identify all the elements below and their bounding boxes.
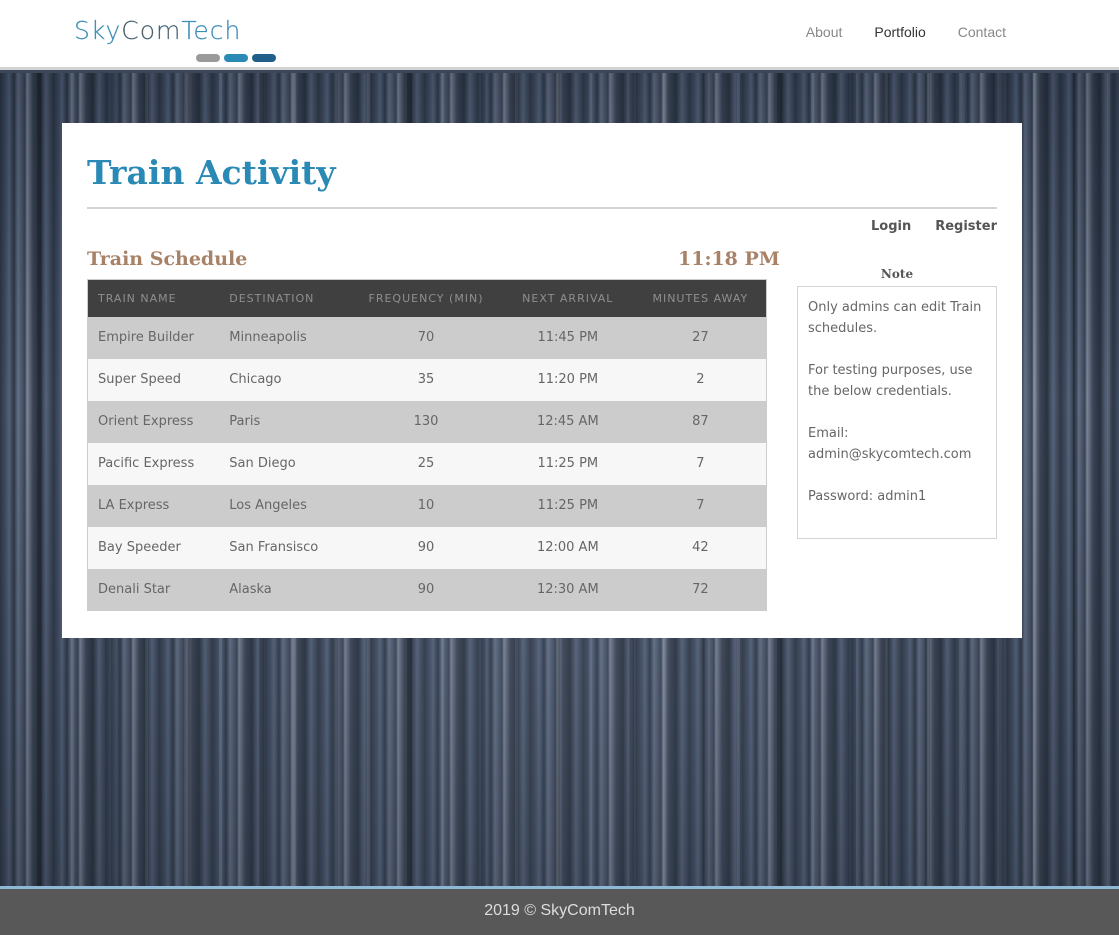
cell-train-name: Super Speed: [98, 372, 181, 387]
register-link[interactable]: Register: [935, 219, 997, 234]
table-row: LA Express Los Angeles 10 11:25 PM 7: [87, 484, 767, 527]
page-title: Train Activity: [87, 153, 336, 192]
cell-destination: San Fransisco: [229, 540, 319, 555]
cell-frequency: 90: [417, 540, 435, 555]
cell-train-name: Pacific Express: [98, 456, 195, 471]
cell-destination: Chicago: [229, 372, 282, 387]
table-row: Orient Express Paris 130 12:45 AM 87: [87, 400, 767, 443]
note-line: Email: admin@skycomtech.com: [808, 426, 972, 462]
cell-minutes-away: 42: [692, 540, 709, 555]
cell-destination: San Diego: [229, 456, 296, 471]
cell-minutes-away: 72: [692, 581, 709, 597]
cell-train-name: LA Express: [98, 498, 170, 513]
header-frequency: Frequency (min): [368, 291, 484, 305]
nav-portfolio[interactable]: Portfolio: [874, 24, 925, 40]
logo-text: SkyComTech: [74, 16, 242, 45]
cell-minutes-away: 7: [696, 498, 705, 513]
table-header-row: Train Name Destination Frequency (min) N…: [87, 279, 767, 317]
skycomtech-logo[interactable]: SkyComTech: [74, 16, 279, 66]
cell-next-arrival: 11:25 PM: [537, 498, 599, 513]
cell-next-arrival: 11:20 PM: [537, 372, 599, 387]
cell-minutes-away: 87: [692, 414, 709, 429]
login-link[interactable]: Login: [871, 219, 911, 234]
header-minutes-away: Minutes Away: [652, 291, 749, 305]
nav-about[interactable]: About: [806, 24, 843, 40]
cell-frequency: 90: [417, 581, 435, 597]
schedule-title: Train Schedule: [87, 248, 248, 270]
logo-pill: [224, 54, 248, 62]
train-schedule-table: Train Name Destination Frequency (min) N…: [87, 279, 767, 611]
cell-next-arrival: 11:25 PM: [537, 456, 599, 471]
note-line: Only admins can edit Train schedules.: [808, 300, 982, 336]
cell-frequency: 25: [417, 456, 435, 471]
header-next-arrival: Next Arrival: [522, 291, 614, 305]
note-line: For testing purposes, use the below cred…: [808, 363, 973, 399]
cell-destination: Los Angeles: [229, 498, 307, 513]
cell-train-name: Bay Speeder: [98, 540, 181, 555]
cell-next-arrival: 12:45 AM: [536, 414, 599, 429]
cell-train-name: Orient Express: [98, 414, 194, 429]
footer-copyright: 2019 © SkyComTech: [484, 902, 635, 919]
auth-links: Login Register: [871, 219, 997, 234]
cell-frequency: 35: [417, 372, 435, 387]
main-nav: About Portfolio Contact: [806, 24, 1006, 40]
table-row: Empire Builder Minneapolis 70 11:45 PM 27: [87, 316, 767, 359]
cell-destination: Minneapolis: [229, 330, 307, 345]
cell-destination: Alaska: [229, 581, 272, 597]
table-row: Super Speed Chicago 35 11:20 PM 2: [87, 358, 767, 401]
cell-minutes-away: 27: [692, 330, 709, 345]
cell-next-arrival: 12:30 AM: [536, 581, 599, 597]
main-card: Train Activity Login Register Train Sche…: [62, 123, 1022, 638]
table-row: Denali Star Alaska 90 12:30 AM 72: [87, 568, 767, 611]
nav-contact[interactable]: Contact: [958, 24, 1006, 40]
cell-frequency: 70: [417, 330, 435, 345]
cell-train-name: Empire Builder: [98, 330, 194, 345]
logo-pills: [196, 54, 276, 62]
header-destination: Destination: [229, 291, 315, 305]
cell-minutes-away: 2: [696, 372, 705, 387]
site-footer: 2019 © SkyComTech: [0, 886, 1119, 935]
cell-minutes-away: 7: [696, 456, 705, 471]
site-header: SkyComTech About Portfolio Contact: [0, 0, 1119, 70]
note-box: Only admins can edit Train schedules. Fo…: [797, 286, 997, 539]
cell-next-arrival: 11:45 PM: [537, 330, 599, 345]
current-time: 11:18 PM: [678, 248, 780, 270]
note-label: Note: [880, 267, 914, 281]
logo-pill: [252, 54, 276, 62]
logo-pill: [196, 54, 220, 62]
title-divider: [87, 207, 997, 209]
cell-frequency: 10: [417, 498, 435, 513]
header-train-name: Train Name: [98, 291, 177, 305]
table-row: Bay Speeder San Fransisco 90 12:00 AM 42: [87, 526, 767, 569]
table-row: Pacific Express San Diego 25 11:25 PM 7: [87, 442, 767, 485]
cell-train-name: Denali Star: [98, 581, 171, 597]
note-line: Password: admin1: [808, 489, 927, 504]
cell-frequency: 130: [413, 414, 439, 429]
cell-next-arrival: 12:00 AM: [536, 540, 599, 555]
cell-destination: Paris: [229, 414, 261, 429]
